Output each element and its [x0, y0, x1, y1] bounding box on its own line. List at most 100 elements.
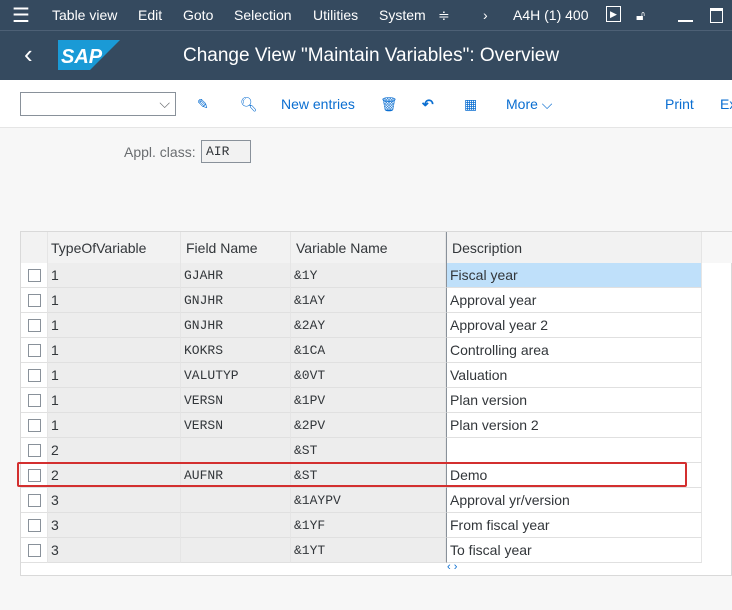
type-cell: 3 [48, 513, 181, 538]
toolbar: ⌵ ✎ 🔍︎ New entries 🗑︎ ↶ ▦ More ⌵ Print E… [0, 80, 732, 128]
description-cell[interactable]: Controlling area [446, 338, 702, 363]
variable-name-cell: &1AY [291, 288, 446, 313]
row-checkbox[interactable] [28, 344, 41, 357]
description-cell[interactable]: Valuation [446, 363, 702, 388]
table-row: 2 &ST [21, 438, 702, 463]
command-field[interactable]: ⌵ [20, 92, 176, 116]
description-cell[interactable]: From fiscal year [446, 513, 702, 538]
chevron-down-icon[interactable]: ⌵ [159, 95, 170, 112]
row-checkbox[interactable] [28, 444, 41, 457]
variable-name-cell: &1Y [291, 263, 446, 288]
variable-name-cell: &1PV [291, 388, 446, 413]
table-row: 1 GNJHR &1AY Approval year [21, 288, 702, 313]
field-name-cell [181, 538, 291, 563]
row-checkbox[interactable] [28, 294, 41, 307]
row-checkbox[interactable] [28, 419, 41, 432]
undo-icon[interactable]: ↶ [422, 96, 434, 113]
row-selector[interactable] [21, 413, 48, 438]
system-info: A4H (1) 400 [513, 7, 589, 23]
svg-text:SAP: SAP [61, 46, 103, 68]
description-cell[interactable]: Fiscal year [446, 263, 702, 288]
field-name-cell: GJAHR [181, 263, 291, 288]
field-name-cell [181, 438, 291, 463]
field-name-cell [181, 513, 291, 538]
row-checkbox[interactable] [28, 394, 41, 407]
header-select [21, 232, 48, 263]
display-change-icon[interactable]: ✎ [197, 96, 209, 113]
header-description[interactable]: Description [446, 232, 702, 263]
row-selector[interactable] [21, 538, 48, 563]
row-selector[interactable] [21, 488, 48, 513]
maximize-icon[interactable] [710, 8, 723, 23]
print-button[interactable]: Print [665, 96, 694, 112]
type-cell: 1 [48, 338, 181, 363]
row-checkbox[interactable] [28, 369, 41, 382]
row-checkbox[interactable] [28, 319, 41, 332]
play-icon[interactable]: ▶ [606, 6, 621, 22]
more-button[interactable]: More ⌵ [506, 96, 552, 113]
row-checkbox[interactable] [28, 269, 41, 282]
menu-system[interactable]: System [379, 7, 426, 23]
header-type[interactable]: TypeOfVariable [48, 232, 181, 263]
field-name-cell: VERSN [181, 413, 291, 438]
row-checkbox[interactable] [28, 494, 41, 507]
field-name-cell: KOKRS [181, 338, 291, 363]
field-name-cell: VALUTYP [181, 363, 291, 388]
chevron-right-icon[interactable]: › [483, 7, 488, 23]
variable-name-cell: &2AY [291, 313, 446, 338]
menu-selection[interactable]: Selection [234, 7, 292, 23]
export-button[interactable]: Ex [720, 96, 732, 112]
table-row: 1 VERSN &1PV Plan version [21, 388, 702, 413]
appl-class-field: AIR [201, 140, 251, 163]
more-menu-icon[interactable]: ≑ [438, 7, 450, 24]
row-selector[interactable] [21, 513, 48, 538]
row-selector[interactable] [21, 263, 48, 288]
delete-icon[interactable]: 🗑︎ [380, 96, 398, 113]
description-cell[interactable]: Approval yr/version [446, 488, 702, 513]
type-cell: 1 [48, 263, 181, 288]
menu-utilities[interactable]: Utilities [313, 7, 358, 23]
description-cell[interactable]: Plan version [446, 388, 702, 413]
description-cell[interactable]: Approval year [446, 288, 702, 313]
row-selector[interactable] [21, 338, 48, 363]
row-selector[interactable] [21, 313, 48, 338]
menu-goto[interactable]: Goto [183, 7, 213, 23]
row-selector[interactable] [21, 388, 48, 413]
header-variable-name[interactable]: Variable Name [291, 232, 446, 263]
description-cell[interactable]: To fiscal year [446, 538, 702, 563]
back-icon[interactable]: ‹ [24, 39, 33, 70]
row-selector[interactable] [21, 438, 48, 463]
variable-name-cell: &2PV [291, 413, 446, 438]
table-row: 3 &1YT To fiscal year [21, 538, 702, 563]
row-checkbox[interactable] [28, 544, 41, 557]
type-cell: 1 [48, 413, 181, 438]
table-row: 1 VALUTYP &0VT Valuation [21, 363, 702, 388]
header-field-name[interactable]: Field Name [181, 232, 291, 263]
highlight-box [17, 462, 687, 487]
unlock-icon[interactable]: 🔓︎ [636, 7, 645, 24]
table-row: 3 &1YF From fiscal year [21, 513, 702, 538]
field-name-cell: VERSN [181, 388, 291, 413]
row-checkbox[interactable] [28, 519, 41, 532]
table-row: 1 VERSN &2PV Plan version 2 [21, 413, 702, 438]
field-name-cell: GNJHR [181, 288, 291, 313]
type-cell: 3 [48, 488, 181, 513]
menu-table-view[interactable]: Table view [52, 7, 117, 23]
type-cell: 1 [48, 388, 181, 413]
description-cell[interactable] [446, 438, 702, 463]
description-cell[interactable]: Plan version 2 [446, 413, 702, 438]
menu-edit[interactable]: Edit [138, 7, 162, 23]
variable-name-cell: &0VT [291, 363, 446, 388]
row-selector[interactable] [21, 363, 48, 388]
new-entries-button[interactable]: New entries [281, 96, 355, 112]
variable-name-cell: &1YF [291, 513, 446, 538]
search-icon[interactable]: 🔍︎ [240, 96, 258, 113]
header-filler [702, 232, 732, 263]
select-all-icon[interactable]: ▦ [464, 96, 477, 113]
row-selector[interactable] [21, 288, 48, 313]
minimize-icon[interactable] [678, 20, 693, 22]
description-cell[interactable]: Approval year 2 [446, 313, 702, 338]
variable-name-cell: &1YT [291, 538, 446, 563]
hamburger-menu-icon[interactable]: ☰ [12, 3, 30, 28]
table-row: 3 &1AYPV Approval yr/version [21, 488, 702, 513]
